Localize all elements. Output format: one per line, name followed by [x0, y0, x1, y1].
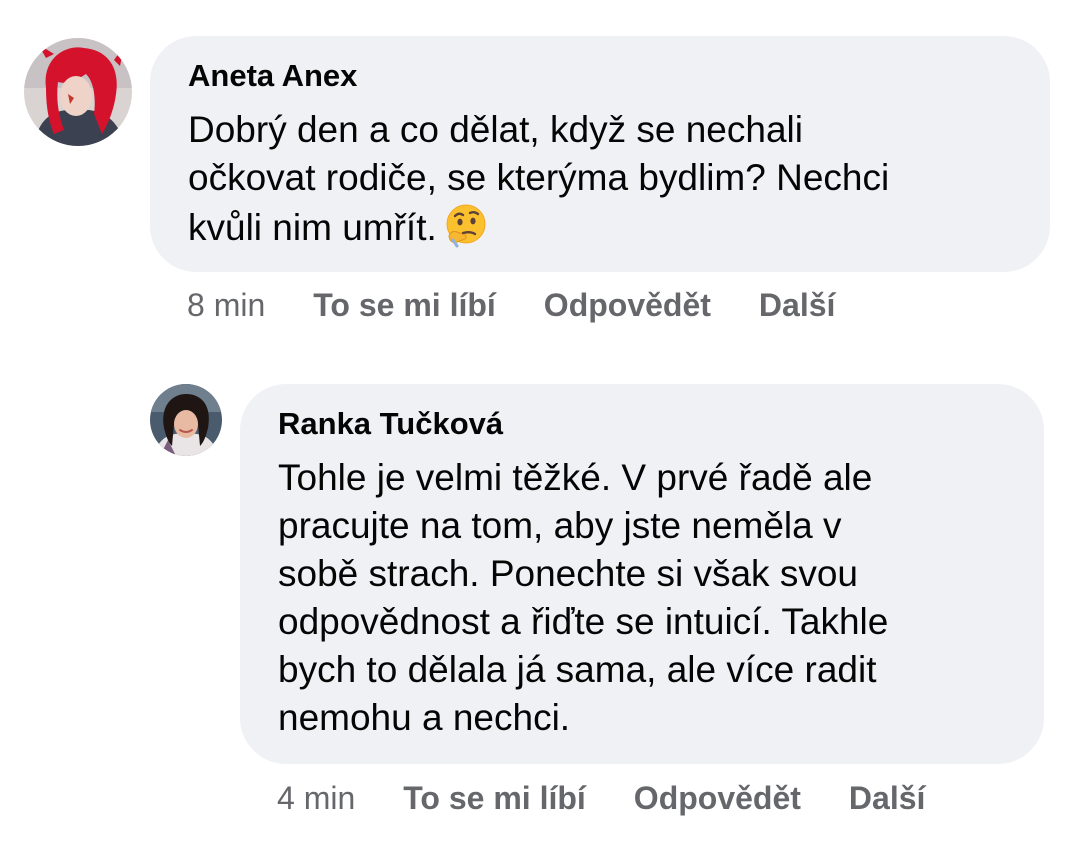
thinking-face-icon: [443, 202, 489, 248]
comment-text: Tohle je velmi těžké. V prvé řadě ale pr…: [278, 454, 1006, 742]
comment-author[interactable]: Aneta Anex: [188, 58, 1012, 94]
comment-text-line: nemohu a nechci.: [278, 697, 571, 738]
avatar[interactable]: [24, 38, 132, 146]
comment-text-line: Tohle je velmi těžké. V prvé řadě ale: [278, 457, 873, 498]
more-button[interactable]: Další: [849, 778, 925, 818]
comment-actions: 8 min To se mi líbí Odpovědět Další: [187, 285, 835, 325]
comment-text-line: pracujte na tom, aby jste neměla v: [278, 505, 842, 546]
comment-text-segment: kvůli nim umřít.: [188, 207, 437, 248]
comment-bubble: Aneta Anex Dobrý den a co dělat, když se…: [150, 36, 1050, 272]
avatar-image: [24, 38, 132, 146]
comment-text-line: kvůli nim umřít.: [188, 202, 1012, 252]
avatar[interactable]: [150, 384, 222, 456]
comment-timestamp[interactable]: 4 min: [277, 778, 355, 818]
comment-bubble: Ranka Tučková Tohle je velmi těžké. V pr…: [240, 384, 1044, 764]
comment-actions: 4 min To se mi líbí Odpovědět Další: [277, 778, 925, 818]
comment-text-line: Dobrý den a co dělat, když se nechali: [188, 109, 803, 150]
avatar-image: [150, 384, 222, 456]
comment-text-line: odpovědnost a řiďte se intuicí. Takhle: [278, 601, 889, 642]
comment-timestamp[interactable]: 8 min: [187, 285, 265, 325]
more-button[interactable]: Další: [759, 285, 835, 325]
reply-button[interactable]: Odpovědět: [634, 778, 801, 818]
like-button[interactable]: To se mi líbí: [313, 285, 496, 325]
reply-button[interactable]: Odpovědět: [544, 285, 711, 325]
comment-author[interactable]: Ranka Tučková: [278, 406, 1006, 442]
comment-text-line: bych to dělala já sama, ale více radit: [278, 649, 877, 690]
comment-text-line: očkovat rodiče, se kterýma bydlim? Nechc…: [188, 157, 890, 198]
like-button[interactable]: To se mi líbí: [403, 778, 586, 818]
comment-text: Dobrý den a co dělat, když se nechali oč…: [188, 106, 1012, 252]
comment-text-line: sobě strach. Ponechte si však svou: [278, 553, 858, 594]
